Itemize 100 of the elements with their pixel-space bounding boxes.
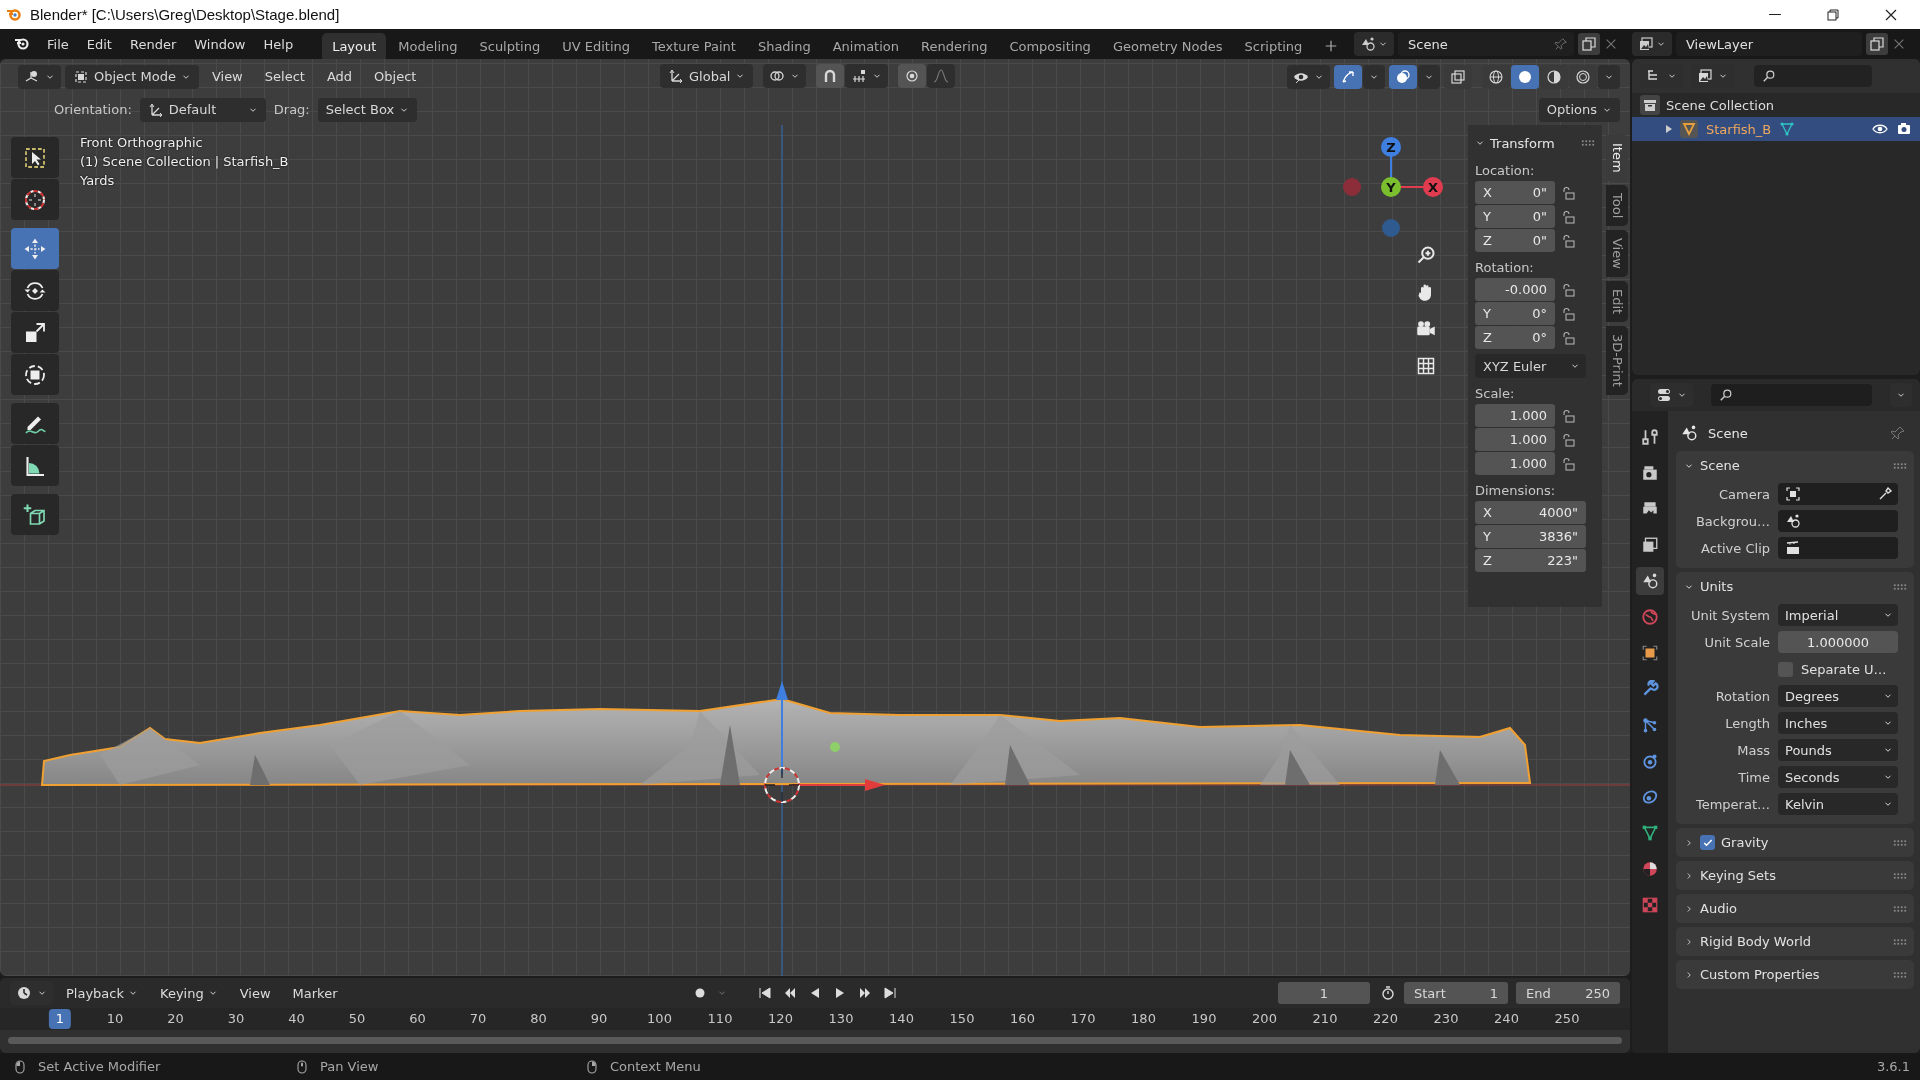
menu-item[interactable]: Add xyxy=(317,65,362,88)
panel-title[interactable]: Rigid Body World xyxy=(1700,934,1812,949)
workspace-tab[interactable]: Texture Paint xyxy=(642,33,746,59)
stopwatch-icon[interactable] xyxy=(1380,985,1396,1001)
menu-dropdown[interactable]: Keying xyxy=(151,981,227,1005)
pin-icon[interactable] xyxy=(1890,425,1906,441)
dropdown[interactable]: Imperial xyxy=(1778,604,1898,626)
workspace-tab[interactable]: Compositing xyxy=(999,33,1101,59)
menu-dropdown[interactable]: Playback xyxy=(57,981,147,1005)
camera-icon[interactable] xyxy=(1896,121,1912,137)
number-field[interactable]: 1.000 xyxy=(1475,404,1555,427)
gizmo-toggle[interactable] xyxy=(1334,64,1362,89)
editor-type-button[interactable] xyxy=(10,981,53,1005)
menu-item[interactable]: Help xyxy=(254,32,303,56)
drag-dropdown[interactable]: Select Box xyxy=(317,97,418,122)
lock-icon[interactable] xyxy=(1560,329,1576,346)
menu-item[interactable]: Edit xyxy=(77,32,121,56)
number-field[interactable]: Z 223" xyxy=(1475,549,1586,572)
menu-item[interactable]: Select xyxy=(255,65,314,88)
menu-item[interactable]: File xyxy=(38,32,78,56)
dropdown[interactable]: Seconds xyxy=(1778,766,1898,788)
number-field[interactable]: Y 0° xyxy=(1475,302,1555,325)
sidebar-tab[interactable]: 3D-Print xyxy=(1606,325,1628,395)
editor-type-button[interactable] xyxy=(18,64,61,89)
menu-item[interactable]: Window xyxy=(185,32,255,56)
menu-item[interactable]: Object xyxy=(365,65,426,88)
tool-button[interactable] xyxy=(11,137,59,178)
scene-field[interactable]: Scene xyxy=(1398,32,1574,56)
visibility-button[interactable] xyxy=(1287,64,1330,89)
workspace-tab[interactable]: Layout xyxy=(322,33,387,59)
menu-item[interactable]: View xyxy=(202,65,252,88)
number-field[interactable]: 1.000000 xyxy=(1778,631,1898,653)
selected-mesh-with-gizmo-drawing[interactable] xyxy=(40,681,1532,803)
sidebar-tab[interactable]: Item xyxy=(1606,135,1628,181)
workspace-tab[interactable]: Animation xyxy=(822,33,909,59)
workspace-tab[interactable]: Modeling xyxy=(388,33,468,59)
tool-button[interactable] xyxy=(11,494,59,535)
lock-icon[interactable] xyxy=(1560,455,1576,472)
sidebar-tab[interactable]: Tool xyxy=(1606,184,1628,226)
search-field[interactable] xyxy=(1754,65,1872,87)
number-field[interactable]: Z 0° xyxy=(1475,326,1555,349)
workspace-tab[interactable]: Geometry Nodes xyxy=(1102,33,1233,59)
workspace-tab[interactable]: Sculpting xyxy=(469,33,551,59)
workspace-tab[interactable]: Scripting xyxy=(1234,33,1313,59)
duplicate-icon[interactable] xyxy=(1578,33,1600,55)
close-icon[interactable] xyxy=(1604,37,1618,51)
properties-tab[interactable] xyxy=(1636,567,1664,595)
data-field[interactable] xyxy=(1778,537,1898,559)
orientation-dropdown[interactable]: Global xyxy=(660,64,754,88)
menu-item[interactable]: View xyxy=(230,981,280,1005)
number-field[interactable]: X 0" xyxy=(1475,181,1555,204)
panel-title[interactable]: Scene xyxy=(1700,458,1740,473)
editor-type-button[interactable] xyxy=(1650,383,1693,407)
number-field[interactable]: 1.000 xyxy=(1475,452,1555,475)
panel-title[interactable]: Audio xyxy=(1700,901,1737,916)
duplicate-icon[interactable] xyxy=(1866,33,1888,55)
search-field[interactable] xyxy=(1711,384,1872,406)
workspace-tab[interactable]: Shading xyxy=(747,33,821,59)
data-field[interactable] xyxy=(1778,483,1898,505)
tool-button[interactable] xyxy=(11,270,59,311)
current-frame-field[interactable]: 1 xyxy=(1278,982,1370,1004)
shading-button[interactable] xyxy=(1511,64,1539,89)
pivot-point-button[interactable] xyxy=(763,64,807,88)
sidebar-tab[interactable]: Edit xyxy=(1606,280,1628,322)
number-field[interactable]: -0.000 xyxy=(1475,278,1555,301)
lock-icon[interactable] xyxy=(1560,407,1576,424)
scene-selector-button[interactable] xyxy=(1354,32,1394,56)
z-axis-ball[interactable]: Z xyxy=(1381,137,1401,157)
mode-dropdown[interactable]: Object Mode xyxy=(65,64,199,89)
panel-title[interactable]: Units xyxy=(1700,579,1734,594)
tool-button[interactable] xyxy=(11,354,59,395)
number-field[interactable]: Y 0" xyxy=(1475,205,1555,228)
tool-button[interactable] xyxy=(11,312,59,353)
snap-toggle[interactable] xyxy=(816,64,845,88)
eyedropper-icon[interactable] xyxy=(1877,486,1893,502)
options-dropdown[interactable]: Options xyxy=(1538,97,1620,122)
snap-target-button[interactable] xyxy=(845,64,889,88)
start-frame-field[interactable]: Start 1 xyxy=(1404,982,1508,1004)
tool-button[interactable] xyxy=(11,179,59,220)
tool-button[interactable] xyxy=(11,445,59,486)
lock-icon[interactable] xyxy=(1560,184,1576,201)
number-field[interactable]: 1.000 xyxy=(1475,428,1555,451)
menu-item[interactable]: Marker xyxy=(283,981,347,1005)
view-layer-selector-button[interactable] xyxy=(1632,32,1672,56)
tool-button[interactable] xyxy=(11,403,59,444)
expand-arrow-icon[interactable] xyxy=(1666,125,1672,133)
workspace-tab[interactable]: Rendering xyxy=(911,33,998,59)
rotation-mode-dropdown[interactable]: XYZ Euler xyxy=(1475,354,1586,378)
jump-to-end-icon[interactable] xyxy=(882,985,898,1001)
number-field[interactable]: X 4000" xyxy=(1475,501,1586,524)
lock-icon[interactable] xyxy=(1560,431,1576,448)
y-axis-ball[interactable]: Y xyxy=(1381,177,1401,197)
outliner-row[interactable]: Starfish_B xyxy=(1632,117,1920,141)
panel-title[interactable]: Transform xyxy=(1490,135,1555,151)
view-layer-field[interactable]: ViewLayer xyxy=(1676,32,1862,56)
proportional-edit-toggle[interactable] xyxy=(898,64,927,88)
lock-icon[interactable] xyxy=(1560,232,1576,249)
dropdown[interactable]: Inches xyxy=(1778,712,1898,734)
lock-icon[interactable] xyxy=(1560,305,1576,322)
mesh-data-icon[interactable] xyxy=(1779,121,1796,137)
